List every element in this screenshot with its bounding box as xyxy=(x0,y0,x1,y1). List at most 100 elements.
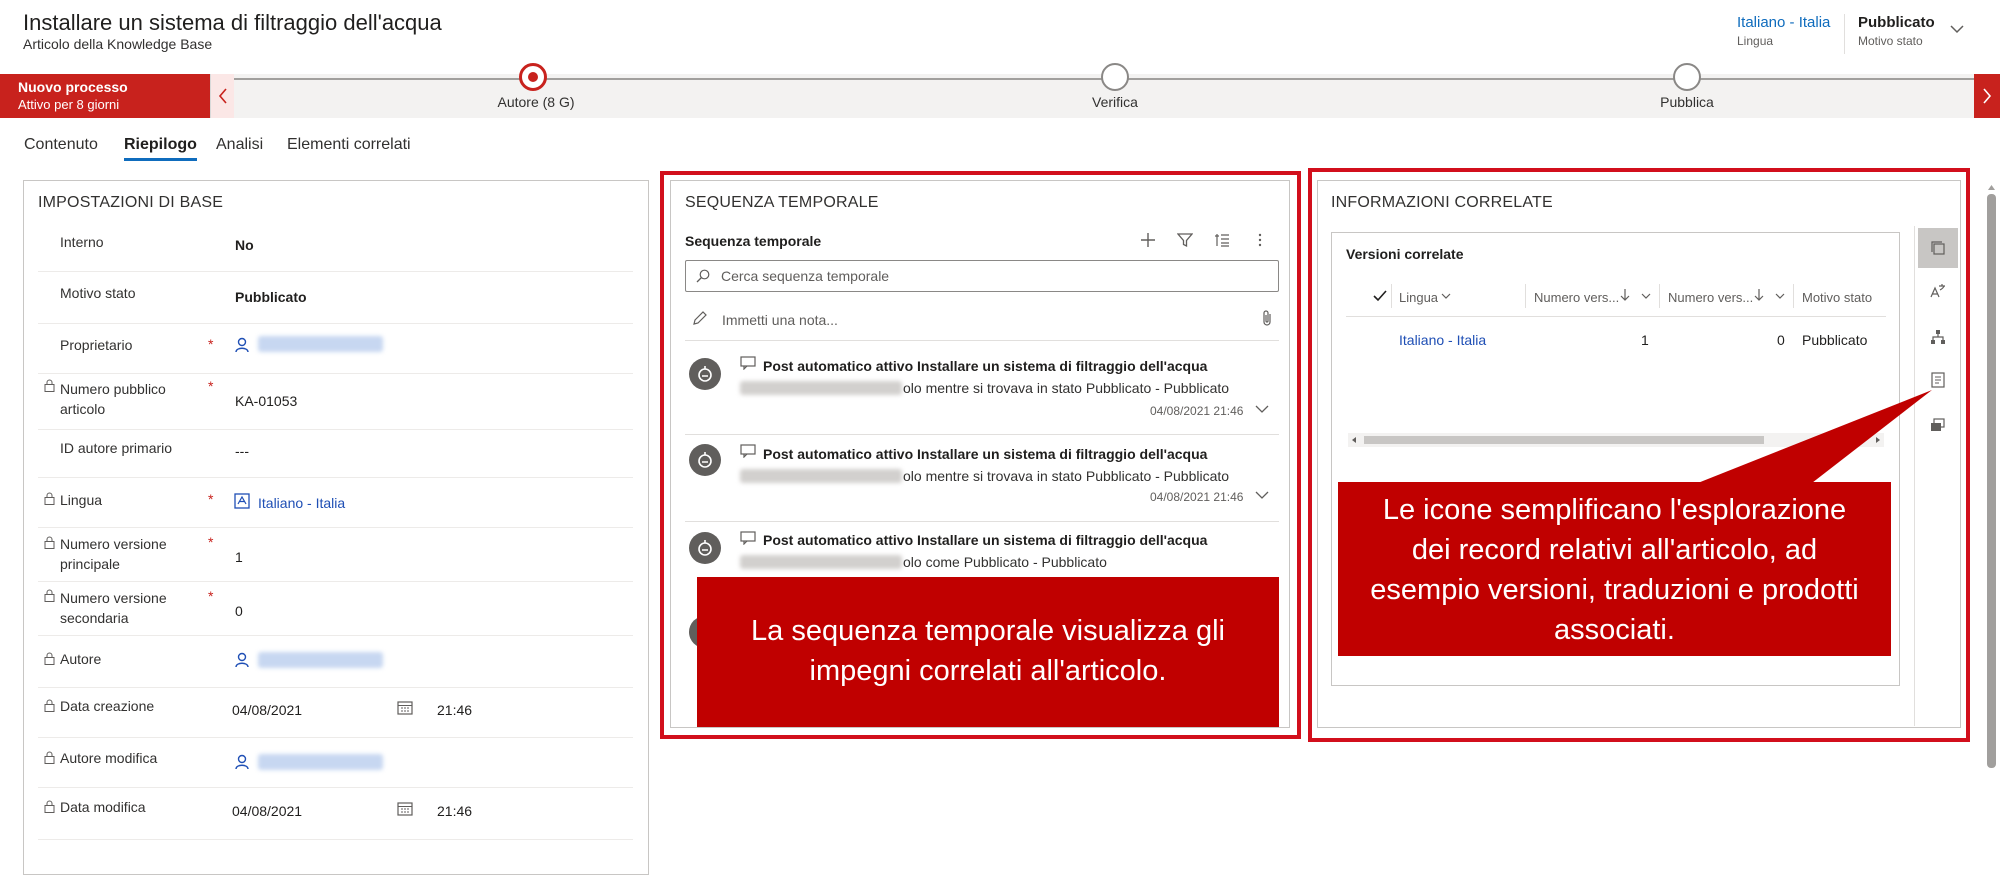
scroll-left-icon[interactable] xyxy=(1350,436,1358,444)
stage-label-verifica[interactable]: Verifica xyxy=(1015,94,1215,110)
sort-icon[interactable] xyxy=(1214,232,1230,248)
required-marker: * xyxy=(208,588,214,604)
field-value-data-creazione: 04/08/2021 xyxy=(232,702,303,718)
chevron-left-icon xyxy=(218,88,227,104)
tab-riepilogo[interactable]: Riepilogo xyxy=(124,136,197,154)
tab-contenuto[interactable]: Contenuto xyxy=(24,136,98,154)
scroll-up-icon[interactable] xyxy=(1987,183,1996,191)
owner-value-redacted[interactable] xyxy=(258,336,383,352)
column-header-status[interactable]: Motivo stato xyxy=(1802,290,1872,305)
note-input[interactable]: Immetti una nota... xyxy=(722,312,838,328)
field-row-interno xyxy=(38,218,633,272)
more-options-icon[interactable] xyxy=(1252,232,1268,248)
stage-label-autore[interactable]: Autore (8 G) xyxy=(436,94,636,110)
header-language-value[interactable]: Italiano - Italia xyxy=(1737,14,1830,31)
redacted-author xyxy=(740,381,902,395)
add-icon[interactable] xyxy=(1140,232,1156,248)
vertical-scrollbar[interactable] xyxy=(1983,180,2000,895)
sort-descending-icon[interactable] xyxy=(1754,288,1764,302)
field-label-numero-pubblico: Numero pubblico articolo xyxy=(60,381,166,417)
process-name: Nuovo processo xyxy=(18,79,128,95)
field-value-lingua[interactable]: Italiano - Italia xyxy=(258,495,345,511)
redacted-author xyxy=(740,555,902,569)
field-value-interno[interactable]: No xyxy=(235,237,254,253)
avatar xyxy=(689,358,721,390)
field-label-autore-modifica: Autore modifica xyxy=(60,750,158,766)
field-value-motivo-stato[interactable]: Pubblicato xyxy=(235,289,307,305)
process-prev-button[interactable] xyxy=(210,74,234,118)
basic-settings-title: IMPOSTAZIONI DI BASE xyxy=(38,194,224,211)
grid-cell-minor: 0 xyxy=(1777,332,1785,348)
process-flyout[interactable]: Nuovo processo Attivo per 8 giorni xyxy=(0,74,210,118)
redacted-author xyxy=(740,469,902,483)
timeline-post-title: Post automatico attivo Installare un sis… xyxy=(763,446,1208,462)
field-label-data-creazione: Data creazione xyxy=(60,698,155,714)
timeline-search-box[interactable]: Cerca sequenza temporale xyxy=(685,260,1279,292)
scrollbar-thumb[interactable] xyxy=(1987,194,1996,768)
stage-marker-pubblica[interactable] xyxy=(1673,63,1701,91)
person-icon xyxy=(235,754,249,770)
avatar xyxy=(689,532,721,564)
chevron-down-icon[interactable] xyxy=(1255,404,1269,414)
timeline-post-body: olo mentre si trovava in stato Pubblicat… xyxy=(903,468,1230,484)
search-icon xyxy=(696,269,710,283)
grid-cell-lingua[interactable]: Italiano - Italia xyxy=(1399,332,1486,348)
filter-icon[interactable] xyxy=(1177,232,1193,248)
bot-icon xyxy=(698,452,712,468)
attachment-icon[interactable] xyxy=(1261,309,1273,327)
timeline-post-date: 04/08/2021 21:46 xyxy=(1150,404,1244,418)
chevron-down-icon[interactable] xyxy=(1255,490,1269,500)
required-marker: * xyxy=(208,491,214,507)
tab-analisi[interactable]: Analisi xyxy=(216,136,263,154)
field-value-id-autore[interactable]: --- xyxy=(235,443,249,459)
translations-icon[interactable] xyxy=(1930,283,1946,299)
hierarchy-icon[interactable] xyxy=(1930,329,1946,345)
person-icon xyxy=(235,337,249,353)
process-next-button[interactable] xyxy=(1974,74,2000,118)
chevron-down-icon[interactable] xyxy=(1441,292,1451,300)
stage-marker-verifica[interactable] xyxy=(1101,63,1129,91)
related-versions-title: Versioni correlate xyxy=(1346,246,1464,262)
calendar-icon xyxy=(397,701,413,715)
timeline-section-title: SEQUENZA TEMPORALE xyxy=(685,194,879,211)
lock-icon xyxy=(44,652,55,665)
column-header-minor-version[interactable]: Numero vers... xyxy=(1668,290,1753,305)
checkmark-icon[interactable] xyxy=(1373,290,1387,302)
tab-elementi-correlati[interactable]: Elementi correlati xyxy=(287,136,411,154)
person-icon xyxy=(235,652,249,668)
column-divider xyxy=(1525,284,1526,308)
timeline-post-body: olo come Pubblicato - Pubblicato xyxy=(903,554,1107,570)
required-marker: * xyxy=(208,378,214,394)
field-label-id-autore: ID autore primario xyxy=(60,440,173,456)
field-time-data-creazione: 21:46 xyxy=(437,702,473,718)
page-title: Installare un sistema di filtraggio dell… xyxy=(23,10,442,35)
chevron-down-icon[interactable] xyxy=(1950,22,1964,36)
chevron-down-icon[interactable] xyxy=(1641,292,1651,300)
chevron-down-icon[interactable] xyxy=(1775,292,1785,300)
divider xyxy=(685,434,1279,435)
auto-post-icon xyxy=(740,444,756,458)
field-value-versione-principale: 1 xyxy=(235,549,243,565)
required-marker: * xyxy=(208,534,214,550)
stage-label-pubblica[interactable]: Pubblica xyxy=(1587,94,1787,110)
related-info-title: INFORMAZIONI CORRELATE xyxy=(1331,194,1553,211)
lock-icon xyxy=(44,751,55,764)
grid-cell-major: 1 xyxy=(1641,332,1649,348)
author-value-redacted[interactable] xyxy=(258,652,383,668)
lock-icon xyxy=(44,379,55,392)
timeline-callout: La sequenza temporale visualizza gli imp… xyxy=(697,577,1279,727)
header-separator xyxy=(1844,14,1845,54)
lock-icon xyxy=(44,536,55,549)
field-label-data-modifica: Data modifica xyxy=(60,799,146,815)
column-divider xyxy=(1793,284,1794,308)
column-header-major-version[interactable]: Numero vers... xyxy=(1534,290,1619,305)
sort-descending-icon[interactable] xyxy=(1620,288,1630,302)
stage-marker-autore[interactable] xyxy=(519,63,547,91)
column-divider xyxy=(1391,284,1392,308)
column-header-lingua[interactable]: Lingua xyxy=(1399,290,1438,305)
modified-by-value-redacted[interactable] xyxy=(258,754,383,770)
versions-icon xyxy=(1931,241,1945,255)
rail-button-versions[interactable] xyxy=(1918,228,1958,268)
grid-header-divider xyxy=(1346,316,1886,317)
page-subtitle: Articolo della Knowledge Base xyxy=(23,36,213,52)
